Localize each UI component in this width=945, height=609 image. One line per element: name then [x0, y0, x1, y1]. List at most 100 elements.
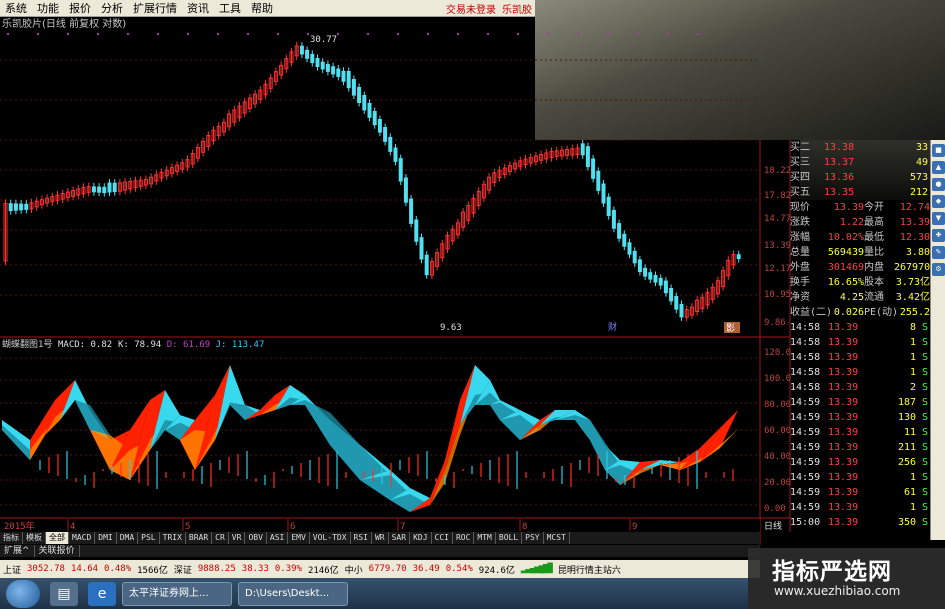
- stat-row: 总量 569439 量比 3.80: [790, 245, 930, 260]
- candle-body: [253, 93, 258, 105]
- candle-body: [325, 63, 330, 72]
- toolbar-button-4[interactable]: ◆: [932, 195, 945, 208]
- menu-analysis[interactable]: 分析: [96, 0, 128, 16]
- taskbar-trading-app[interactable]: 太平洋证券网上...: [122, 581, 232, 606]
- stat-label: 总量: [790, 247, 810, 258]
- level-volume: 33: [915, 142, 928, 153]
- indicator-tab[interactable]: 全部: [46, 532, 69, 544]
- candle-body: [523, 158, 528, 166]
- indicator-tab[interactable]: CR: [212, 532, 229, 544]
- toolbar-button-6[interactable]: ✚: [932, 229, 945, 242]
- toolbar-button-5[interactable]: ▼: [932, 212, 945, 225]
- candle-body: [539, 154, 544, 161]
- price-axis-label: 9.86: [764, 318, 786, 328]
- start-button[interactable]: [6, 579, 40, 608]
- menu-ext-quote[interactable]: 扩展行情: [128, 0, 182, 16]
- indicator-band-segment: [330, 445, 390, 480]
- trade-login-status[interactable]: 交易未登录: [443, 1, 499, 16]
- indicator-tab[interactable]: WR: [372, 532, 389, 544]
- event-marker: 影: [726, 323, 735, 334]
- menu-bar: 系统 功能 报价 分析 扩展行情 资讯 工具 帮助 交易未登录 乐凯胶: [0, 0, 535, 17]
- candle-body: [455, 222, 460, 236]
- indicator-tab[interactable]: ASI: [267, 532, 289, 544]
- indicator-tab[interactable]: EMV: [288, 532, 310, 544]
- candle-body: [435, 252, 440, 267]
- indicator-tab[interactable]: BRAR: [186, 532, 213, 544]
- menu-news[interactable]: 资讯: [182, 0, 214, 16]
- stat-label: 外盘: [790, 262, 810, 273]
- candle-body: [705, 291, 710, 306]
- candle-body: [507, 165, 512, 173]
- candle-body: [383, 127, 388, 142]
- candle-body: [60, 193, 65, 200]
- tick-price: 13.39: [828, 397, 859, 408]
- browser-icon[interactable]: e: [88, 581, 116, 606]
- stat-value: 12.30: [899, 232, 930, 243]
- indicator-axis-label: 100.0: [764, 374, 791, 384]
- indicator-tab-bar: 指标 模板 全部 MACD DMI DMA PSL TRIX BRAR CR VR OBV ASI EMV…: [0, 532, 760, 544]
- toolbar-button-7[interactable]: ✎: [932, 246, 945, 259]
- toolbar-button-8[interactable]: ⚙: [932, 263, 945, 276]
- indicator-tab[interactable]: VR: [229, 532, 246, 544]
- tick-volume: 350: [897, 517, 916, 528]
- candle-body: [310, 53, 315, 64]
- candle-body: [658, 277, 663, 286]
- candle-body: [284, 58, 289, 70]
- menu-system[interactable]: 系统: [0, 0, 32, 16]
- tick-time: 14:58: [790, 337, 821, 348]
- toolbar-button-2[interactable]: ▲: [932, 161, 945, 174]
- tab-related-quote[interactable]: 关联报价: [35, 545, 80, 557]
- candle-body: [403, 177, 408, 203]
- server-name[interactable]: 昆明行情主站六: [555, 563, 624, 576]
- event-dot: [6, 32, 10, 36]
- menu-quote[interactable]: 报价: [64, 0, 96, 16]
- sz-change: 38.33: [241, 564, 269, 574]
- tab-extension[interactable]: 扩展^: [0, 545, 35, 557]
- indicator-tab[interactable]: CCI: [432, 532, 453, 544]
- indicator-tab[interactable]: SAR: [389, 532, 411, 544]
- taskbar-explorer[interactable]: D:\Users\Deskt...: [238, 581, 348, 606]
- candle-body: [190, 153, 195, 165]
- indicator-tab[interactable]: MCST: [544, 532, 570, 544]
- indicator-tab[interactable]: PSL: [138, 532, 160, 544]
- indicator-band-segment: [620, 460, 660, 485]
- candle-body: [232, 109, 237, 123]
- indicator-tab[interactable]: KDJ: [410, 532, 432, 544]
- file-manager-icon[interactable]: ▤: [50, 581, 78, 606]
- tick-price: 13.39: [828, 352, 859, 363]
- candle-body: [367, 103, 372, 118]
- candle-body: [195, 146, 200, 159]
- toolbar-button-3[interactable]: ●: [932, 178, 945, 191]
- menu-tools[interactable]: 工具: [214, 0, 246, 16]
- indicator-tab[interactable]: DMA: [117, 532, 139, 544]
- indicator-tab[interactable]: 指标: [0, 532, 23, 544]
- candle-body: [138, 179, 143, 187]
- candle-body: [372, 111, 377, 126]
- indicator-tab[interactable]: ROC: [453, 532, 475, 544]
- indicator-tab[interactable]: MTM: [474, 532, 496, 544]
- indicator-tab[interactable]: OBV: [245, 532, 267, 544]
- candle-body: [377, 119, 382, 133]
- indicator-tab[interactable]: BOLL: [496, 532, 523, 544]
- indicator-tab[interactable]: PSY: [522, 532, 544, 544]
- tick-side: S: [921, 457, 928, 468]
- indicator-tab[interactable]: RSI: [351, 532, 372, 544]
- indicator-band-inner: [165, 422, 195, 440]
- level-price: 13.38: [824, 142, 855, 153]
- indicator-band-segment: [230, 405, 260, 420]
- indicator-tab[interactable]: TRIX: [160, 532, 186, 544]
- menu-help[interactable]: 帮助: [246, 0, 278, 16]
- indicator-band-inner: [150, 420, 180, 450]
- indicator-tab[interactable]: DMI: [95, 532, 117, 544]
- stat-value: 267970: [894, 262, 931, 273]
- indicator-band-segment: [110, 400, 150, 480]
- indicator-tab[interactable]: 模板: [23, 532, 46, 544]
- indicator-band-inner: [290, 400, 330, 413]
- indicator-tab[interactable]: VOL-TDX: [310, 532, 351, 544]
- candle-body: [440, 243, 445, 259]
- menu-function[interactable]: 功能: [32, 0, 64, 16]
- toolbar-button-1[interactable]: ■: [932, 144, 945, 157]
- indicator-axis-label: 20.00: [764, 478, 791, 488]
- indicator-value: J: 113.47: [216, 340, 265, 350]
- indicator-tab[interactable]: MACD: [69, 532, 96, 544]
